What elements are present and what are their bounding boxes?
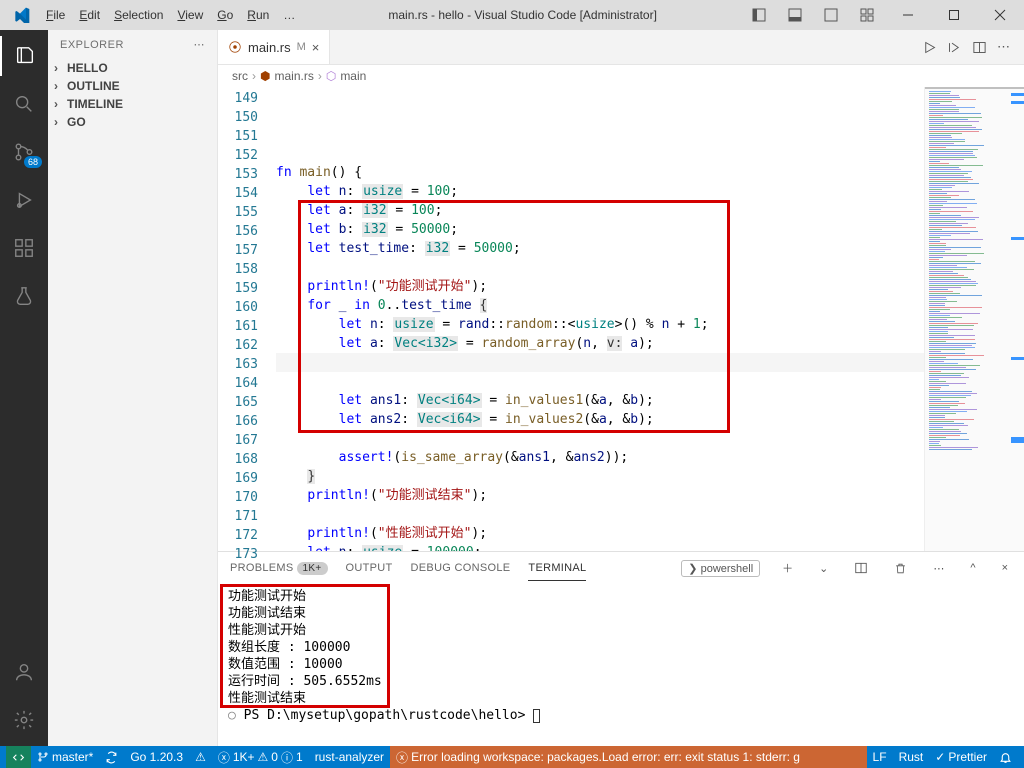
menu-edit[interactable]: Edit [73,5,106,25]
sidebar-more-icon[interactable]: ⋯ [194,38,206,51]
explorer-icon[interactable] [0,36,48,76]
sb-branch[interactable]: master* [31,746,99,768]
layout-bottom-icon[interactable] [780,4,810,26]
sidebar-item-go[interactable]: GO [48,113,217,131]
terminal-dropdown-icon[interactable]: ⌄ [815,562,832,575]
layout-right-icon[interactable] [816,4,846,26]
rust-file-icon: ⬢ [260,69,270,83]
menu-selection[interactable]: Selection [108,5,169,25]
explorer-sidebar: EXPLORER ⋯ HELLO OUTLINE TIMELINE GO [48,30,218,746]
sb-rust-analyzer[interactable]: rust-analyzer [309,746,390,768]
layout-custom-icon[interactable] [852,4,882,26]
kill-terminal-icon[interactable] [890,562,911,575]
titlebar: File Edit Selection View Go Run … main.r… [0,0,1024,30]
menu-more[interactable]: … [277,5,301,25]
sb-sync-icon[interactable] [99,746,124,768]
extensions-icon[interactable] [0,228,48,268]
sb-workspace-error[interactable]: ⓧ Error loading workspace: packages.Load… [390,746,867,768]
status-bar: master* Go 1.20.3 ⚠ ⓧ 1K+ ⚠ 0 ⓘ 1 rust-a… [0,746,1024,768]
layout-left-icon[interactable] [744,4,774,26]
window-title: main.rs - hello - Visual Studio Code [Ad… [301,8,744,22]
bottom-panel: PROBLEMS1K+ OUTPUT DEBUG CONSOLE TERMINA… [218,551,1024,746]
split-terminal-icon[interactable] [850,561,872,575]
split-editor-icon[interactable] [972,40,987,55]
tab-label: main.rs [248,40,291,55]
panel-tab-output[interactable]: OUTPUT [346,556,393,580]
tab-close-icon[interactable]: × [312,40,320,55]
menu-go[interactable]: Go [211,5,239,25]
testing-icon[interactable] [0,276,48,316]
scm-badge: 68 [24,156,42,168]
panel-tab-terminal[interactable]: TERMINAL [528,556,586,581]
search-icon[interactable] [0,84,48,124]
menu-view[interactable]: View [171,5,209,25]
sidebar-header: EXPLORER [60,39,124,51]
problems-count-badge: 1K+ [297,562,328,575]
tab-main-rs[interactable]: main.rs M × [218,30,330,64]
new-terminal-icon[interactable]: ＋ [778,560,797,576]
close-panel-icon[interactable]: × [998,562,1012,574]
maximize-panel-icon[interactable]: ^ [966,562,979,574]
code-editor[interactable]: fn main() { let n: usize = 100; let a: i… [276,87,924,551]
sidebar-item-timeline[interactable]: TIMELINE [48,95,217,113]
annotation-redbox-terminal [220,584,390,708]
symbol-icon: ⬡ [326,69,336,83]
sb-go-version[interactable]: Go 1.20.3 [124,746,189,768]
run-file-icon[interactable] [922,40,937,55]
menu-bar: File Edit Selection View Go Run … [40,5,301,25]
terminal-output[interactable]: 功能测试开始功能测试结束性能测试开始数组长度 : 100000数值范围 : 10… [218,584,1024,746]
editor-group: main.rs M × ⋯ src› ⬢ main.rs› ⬡ main 149… [218,30,1024,746]
layout-controls [744,4,1020,26]
editor-tabs: main.rs M × ⋯ [218,30,1024,65]
minimap[interactable] [924,87,1024,551]
vscode-logo-icon [12,5,32,25]
sb-language[interactable]: Rust [893,746,930,768]
terminal-launch-profile[interactable]: ❯ powershell [681,560,760,577]
menu-run[interactable]: Run [241,5,275,25]
sb-notifications-icon[interactable] [993,746,1018,768]
line-number-gutter: 1491501511521531541551561571581591601611… [218,87,276,551]
close-button[interactable] [980,4,1020,26]
settings-gear-icon[interactable] [0,700,48,740]
sb-eol[interactable]: LF [867,746,893,768]
debug-file-icon[interactable] [947,40,962,55]
sb-go-analysis-icon[interactable]: ⚠ [189,746,212,768]
sidebar-item-outline[interactable]: OUTLINE [48,77,217,95]
rust-file-icon [228,40,242,54]
panel-tab-debug[interactable]: DEBUG CONSOLE [411,556,511,580]
sb-remote-icon[interactable] [6,746,31,768]
run-debug-icon[interactable] [0,180,48,220]
overview-ruler[interactable] [1011,87,1024,551]
tab-modified-marker: M [297,41,306,53]
sb-problems[interactable]: ⓧ 1K+ ⚠ 0 ⓘ 1 [212,746,309,768]
source-control-icon[interactable]: 68 [0,132,48,172]
minimize-button[interactable] [888,4,928,26]
breadcrumbs[interactable]: src› ⬢ main.rs› ⬡ main [218,65,1024,87]
account-icon[interactable] [0,652,48,692]
sidebar-item-hello[interactable]: HELLO [48,59,217,77]
sb-prettier[interactable]: ✓ Prettier [929,746,993,768]
menu-file[interactable]: File [40,5,71,25]
panel-more-icon[interactable]: ⋯ [929,562,948,575]
maximize-button[interactable] [934,4,974,26]
activity-bar: 68 [0,30,48,746]
editor-more-icon[interactable]: ⋯ [997,39,1010,55]
